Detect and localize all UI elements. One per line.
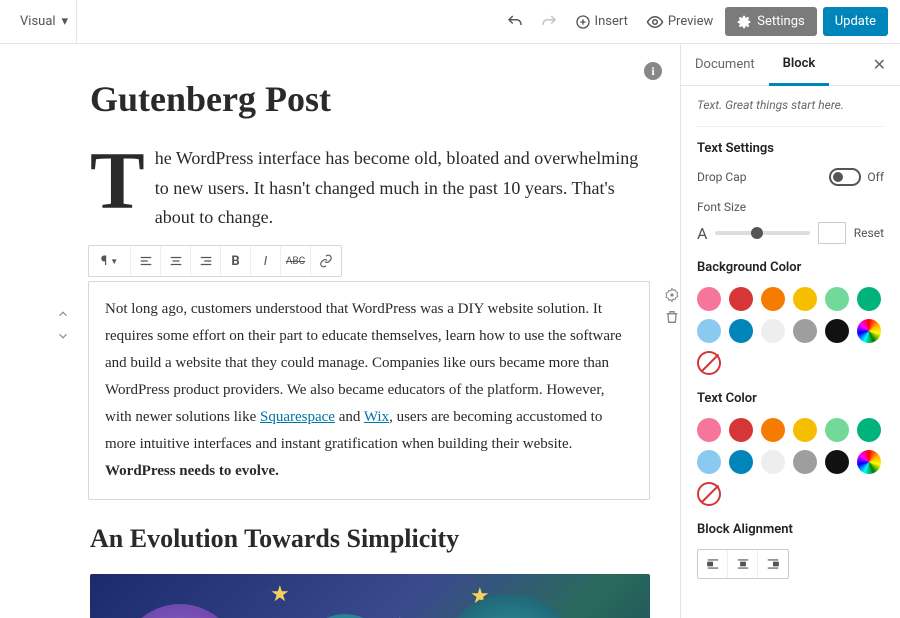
block-alignment-section: Block Alignment: [697, 522, 884, 579]
move-down-button[interactable]: [54, 327, 72, 345]
color-swatch[interactable]: [825, 450, 849, 474]
link-squarespace[interactable]: Squarespace: [260, 409, 335, 425]
strikethrough-button[interactable]: ABC: [281, 246, 311, 276]
post-title[interactable]: Gutenberg Post: [90, 78, 650, 120]
color-swatch[interactable]: [825, 418, 849, 442]
paragraph-text: Not long ago, customers understood that …: [105, 296, 633, 485]
font-size-input[interactable]: [818, 222, 846, 244]
custom-color-swatch[interactable]: [857, 450, 881, 474]
preview-button[interactable]: Preview: [640, 9, 719, 35]
lead-paragraph[interactable]: The WordPress interface has become old, …: [90, 144, 650, 233]
settings-label: Settings: [757, 14, 804, 29]
color-swatch[interactable]: [761, 319, 785, 343]
color-swatch[interactable]: [697, 418, 721, 442]
move-up-button[interactable]: [54, 305, 72, 323]
align-left-button[interactable]: [131, 246, 161, 276]
text-settings-section: Text Settings Drop Cap Off Font Size A R…: [697, 141, 884, 244]
color-swatch[interactable]: [761, 418, 785, 442]
font-size-label: Font Size: [697, 200, 884, 214]
custom-color-swatch[interactable]: [857, 319, 881, 343]
bg-color-clear[interactable]: [697, 351, 721, 375]
editor-mode-label: Visual: [20, 14, 56, 29]
color-swatch[interactable]: [793, 418, 817, 442]
update-label: Update: [835, 14, 876, 29]
update-button[interactable]: Update: [823, 7, 888, 36]
block-description: Text. Great things start here.: [697, 98, 884, 127]
settings-button[interactable]: Settings: [725, 7, 816, 36]
lead-text: he WordPress interface has become old, b…: [155, 148, 639, 227]
text-color-swatches: [697, 418, 884, 474]
image-block[interactable]: ★ ★ ★: [90, 574, 650, 618]
block-toolbar: ¶ ▼ B I ABC: [88, 245, 342, 277]
drop-cap-label: Drop Cap: [697, 170, 746, 184]
tab-block[interactable]: Block: [769, 44, 830, 86]
block-delete-trash-icon[interactable]: [664, 309, 680, 325]
sidebar: Document Block ✕ Text. Great things star…: [680, 44, 900, 618]
color-swatch[interactable]: [729, 418, 753, 442]
text-settings-title: Text Settings: [697, 141, 884, 156]
color-swatch[interactable]: [793, 287, 817, 311]
preview-label: Preview: [668, 14, 713, 29]
block-alignment-title: Block Alignment: [697, 522, 884, 537]
editor-mode-dropdown[interactable]: Visual ▾: [12, 0, 77, 43]
tab-document[interactable]: Document: [681, 45, 769, 84]
color-swatch[interactable]: [729, 319, 753, 343]
insert-label: Insert: [595, 14, 628, 29]
sidebar-body: Text. Great things start here. Text Sett…: [681, 86, 900, 618]
color-swatch[interactable]: [729, 287, 753, 311]
color-swatch[interactable]: [729, 450, 753, 474]
align-center-button[interactable]: [161, 246, 191, 276]
drop-cap-toggle[interactable]: [829, 168, 861, 186]
color-swatch[interactable]: [825, 287, 849, 311]
block-type-dropdown[interactable]: ¶ ▼: [89, 246, 131, 276]
color-swatch[interactable]: [857, 418, 881, 442]
color-swatch[interactable]: [761, 450, 785, 474]
font-size-slider[interactable]: [715, 231, 809, 235]
block-side-controls: [664, 287, 680, 325]
block-settings-gear-icon[interactable]: [664, 287, 680, 303]
block-align-left[interactable]: [698, 550, 728, 578]
text-color-title: Text Color: [697, 391, 884, 406]
font-size-reset[interactable]: Reset: [854, 226, 884, 240]
block-alignment-buttons: [697, 549, 789, 579]
drop-cap-state: Off: [867, 170, 884, 184]
align-right-button[interactable]: [191, 246, 221, 276]
bg-color-title: Background Color: [697, 260, 884, 275]
block-align-right[interactable]: [758, 550, 788, 578]
link-wix[interactable]: Wix: [364, 409, 389, 425]
undo-button[interactable]: [501, 8, 529, 36]
color-swatch[interactable]: [697, 287, 721, 311]
font-size-indicator: A: [697, 224, 707, 243]
color-swatch[interactable]: [793, 319, 817, 343]
close-sidebar-button[interactable]: ✕: [859, 55, 900, 74]
drop-cap-letter: T: [90, 150, 145, 212]
selected-block-wrapper: ¶ ▼ B I ABC Not long ago, customers unde…: [88, 245, 650, 500]
paragraph-block[interactable]: Not long ago, customers understood that …: [88, 281, 650, 500]
color-swatch[interactable]: [793, 450, 817, 474]
sidebar-tabs: Document Block ✕: [681, 44, 900, 86]
bg-color-swatches: [697, 287, 884, 343]
italic-button[interactable]: I: [251, 246, 281, 276]
link-button[interactable]: [311, 246, 341, 276]
color-swatch[interactable]: [697, 319, 721, 343]
color-swatch[interactable]: [697, 450, 721, 474]
bold-button[interactable]: B: [221, 246, 251, 276]
top-toolbar: Visual ▾ Insert Preview Settings Update: [0, 0, 900, 44]
editor-canvas[interactable]: i Gutenberg Post The WordPress interface…: [0, 44, 680, 618]
bg-color-section: Background Color: [697, 260, 884, 375]
color-swatch[interactable]: [857, 287, 881, 311]
heading-block[interactable]: An Evolution Towards Simplicity: [90, 524, 650, 554]
redo-button[interactable]: [535, 8, 563, 36]
chevron-down-icon: ▾: [62, 14, 69, 29]
insert-button[interactable]: Insert: [569, 10, 634, 34]
block-align-center[interactable]: [728, 550, 758, 578]
color-swatch[interactable]: [825, 319, 849, 343]
text-color-clear[interactable]: [697, 482, 721, 506]
text-color-section: Text Color: [697, 391, 884, 506]
color-swatch[interactable]: [761, 287, 785, 311]
info-icon[interactable]: i: [644, 62, 662, 80]
block-move-controls: [54, 305, 72, 345]
topbar-actions: Insert Preview Settings Update: [501, 7, 888, 36]
